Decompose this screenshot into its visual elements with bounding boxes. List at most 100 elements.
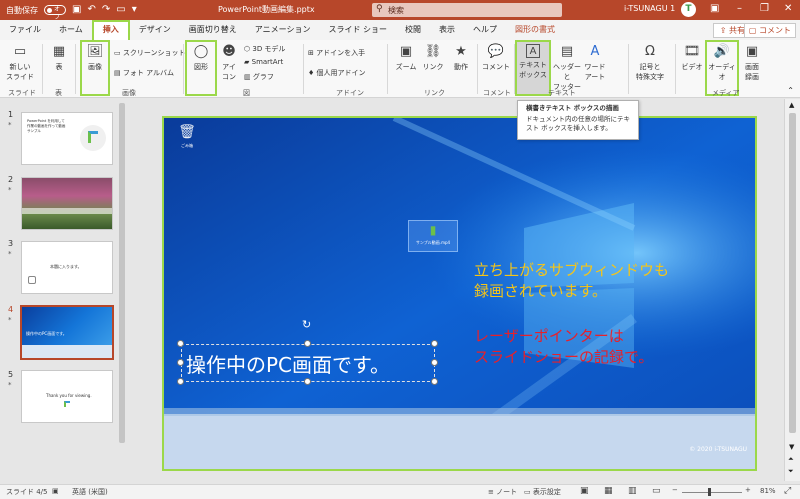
normal-view-icon[interactable]: ▣	[580, 486, 589, 496]
resize-handle[interactable]	[177, 340, 184, 347]
resize-handle[interactable]	[177, 359, 184, 366]
scroll-down-icon[interactable]: ▼	[789, 443, 794, 451]
collapse-ribbon-icon[interactable]: ⌃	[787, 86, 794, 95]
scroll-thumb[interactable]	[789, 113, 796, 433]
reading-view-icon[interactable]: ▥	[628, 486, 637, 496]
comments-button[interactable]: ▢ コメント	[743, 23, 796, 38]
undo-icon[interactable]: ↶	[87, 5, 95, 15]
wordart-button[interactable]: A ワード アート	[582, 44, 608, 82]
current-slide[interactable]: 🗑 ごみ箱 ▮ サンプル動画.mp4 立ち上がるサブウィンドウも 録画されていま…	[162, 116, 757, 471]
scroll-thumb[interactable]	[119, 103, 125, 443]
my-addins-button[interactable]: ♦ 個人用アドイン	[308, 68, 366, 78]
header-footer-icon: ▤	[560, 44, 574, 59]
speaker-icon: 🔊	[713, 44, 731, 59]
resize-handle[interactable]	[304, 378, 311, 385]
picture-icon: 🖼	[86, 44, 104, 59]
tab-transitions[interactable]: 画面切り替え	[180, 20, 246, 40]
zoom-slider[interactable]	[682, 492, 742, 493]
video-button[interactable]: 🎞 ビデオ	[680, 44, 704, 72]
resize-handle[interactable]	[431, 359, 438, 366]
table-button[interactable]: ▦ 表	[48, 44, 70, 72]
zoom-in-icon[interactable]: +	[745, 486, 751, 494]
tab-animations[interactable]: アニメーション	[246, 20, 320, 40]
smartart-button[interactable]: ▰ SmartArt	[244, 58, 283, 66]
spelling-icon[interactable]: ▣	[52, 487, 59, 495]
get-addins-button[interactable]: ⊞ アドインを入手	[308, 48, 365, 58]
search-box[interactable]: ⚲ 検索	[372, 3, 562, 17]
slide-thumbnail-2[interactable]	[21, 177, 113, 230]
action-icon: ★	[455, 44, 467, 59]
rotate-handle-icon[interactable]: ↻	[302, 318, 311, 331]
new-comment-button[interactable]: 💬 コメント	[481, 44, 511, 72]
avatar[interactable]: T	[681, 2, 696, 17]
textbox-button[interactable]: A テキスト ボックス	[518, 44, 548, 80]
next-slide-icon[interactable]: ⏷	[788, 467, 794, 476]
new-slide-button[interactable]: ▭ 新しい スライド	[4, 44, 36, 82]
notes-button[interactable]: ≡ ノート	[488, 487, 517, 497]
tab-home[interactable]: ホーム	[50, 20, 92, 40]
language-status[interactable]: 英語 (米国)	[72, 487, 108, 497]
action-button[interactable]: ★ 動作	[448, 44, 474, 72]
recycle-bin-shortcut[interactable]: 🗑 ごみ箱	[176, 124, 198, 150]
3d-models-button[interactable]: ⬡ 3D モデル	[244, 44, 285, 54]
zoom-level[interactable]: 81%	[760, 487, 776, 495]
tab-insert[interactable]: 挿入	[91, 20, 130, 40]
close-icon[interactable]: ✕	[784, 3, 792, 14]
resize-handle[interactable]	[431, 378, 438, 385]
thumbnail-scrollbar[interactable]	[117, 99, 127, 481]
photo-album-button[interactable]: ▤ フォト アルバム	[114, 68, 174, 78]
resize-handle[interactable]	[177, 378, 184, 385]
previous-slide-icon[interactable]: ⏶	[788, 455, 794, 464]
store-icon: ⊞	[308, 49, 314, 57]
slideshow-icon[interactable]: ▭	[652, 486, 661, 496]
subwindow-caption[interactable]: 立ち上がるサブウィンドウも 録画されています。	[474, 260, 669, 302]
group-label-media: メディア	[712, 89, 740, 97]
chart-button[interactable]: ▥ グラフ	[244, 72, 274, 82]
slide-thumbnail-5[interactable]: Thank you for viewing.	[21, 370, 113, 423]
slide-sorter-icon[interactable]: ▦	[604, 486, 613, 496]
laser-pointer-caption[interactable]: レーザーポインターは スライドショーの記録で。	[474, 326, 653, 368]
slide-thumbnail-3[interactable]: 本題に入ります。	[21, 241, 113, 294]
display-settings-button[interactable]: ▭ 表示設定	[524, 487, 561, 497]
tab-help[interactable]: ヘルプ	[464, 20, 506, 40]
resize-handle[interactable]	[431, 340, 438, 347]
slide-number: 4	[8, 305, 14, 314]
ribbon-display-icon[interactable]: ▣	[710, 3, 719, 14]
restore-icon[interactable]: ❐	[760, 3, 769, 14]
zoom-slider-thumb[interactable]	[708, 488, 711, 496]
tab-shape-format[interactable]: 図形の書式	[506, 20, 564, 40]
image-button[interactable]: 🖼 画像	[82, 44, 108, 72]
icons-button[interactable]: ☻ アイ コン	[218, 44, 240, 82]
audio-button[interactable]: 🔊 オーディオ	[707, 44, 737, 82]
screen-recording-icon: ▣	[745, 44, 759, 59]
customize-qat-icon[interactable]: ▾	[132, 5, 137, 15]
zoom-button[interactable]: ▣ ズーム	[392, 44, 420, 72]
shapes-button[interactable]: ◯ 図形	[188, 44, 214, 72]
screen-recording-button[interactable]: ▣ 画面 録画	[740, 44, 764, 82]
screenshot-button[interactable]: ▭ スクリーンショット	[114, 48, 186, 58]
main-textbox[interactable]: 操作中のPC画面です。	[181, 344, 435, 382]
redo-icon[interactable]: ↷	[102, 5, 110, 15]
tab-view[interactable]: 表示	[430, 20, 464, 40]
link-button[interactable]: ⛓ リンク	[420, 44, 446, 72]
fit-to-window-icon[interactable]: ⤢	[784, 486, 791, 496]
minimize-icon[interactable]: –	[737, 3, 742, 14]
header-footer-button[interactable]: ▤ ヘッダーと フッター	[552, 44, 582, 92]
resize-handle[interactable]	[304, 340, 311, 347]
slide-vertical-scrollbar[interactable]: ▲ ▼ ⏶ ⏷	[784, 99, 800, 481]
user-name[interactable]: i-TSUNAGU 1	[624, 4, 675, 13]
desktop-file-selected[interactable]: ▮ サンプル動画.mp4	[408, 220, 458, 252]
present-icon[interactable]: ▭	[116, 5, 125, 15]
slide-thumbnail-1[interactable]: PowerPoint を利用して作業の動画を作って動画サンプル	[21, 112, 113, 165]
autosave-toggle[interactable]: オフ	[44, 5, 66, 21]
slide-thumbnail-4[interactable]: 操作中のPC画面です。	[20, 305, 114, 360]
tab-design[interactable]: デザイン	[130, 20, 180, 40]
scroll-up-icon[interactable]: ▲	[789, 101, 794, 109]
tab-review[interactable]: 校閲	[396, 20, 430, 40]
tab-slideshow[interactable]: スライド ショー	[319, 20, 396, 40]
zoom-out-icon[interactable]: −	[672, 486, 678, 494]
group-label-links: リンク	[424, 89, 445, 97]
symbols-button[interactable]: Ω 記号と 特殊文字	[630, 44, 670, 82]
save-icon[interactable]: ▣	[72, 5, 81, 15]
tab-file[interactable]: ファイル	[0, 20, 50, 40]
